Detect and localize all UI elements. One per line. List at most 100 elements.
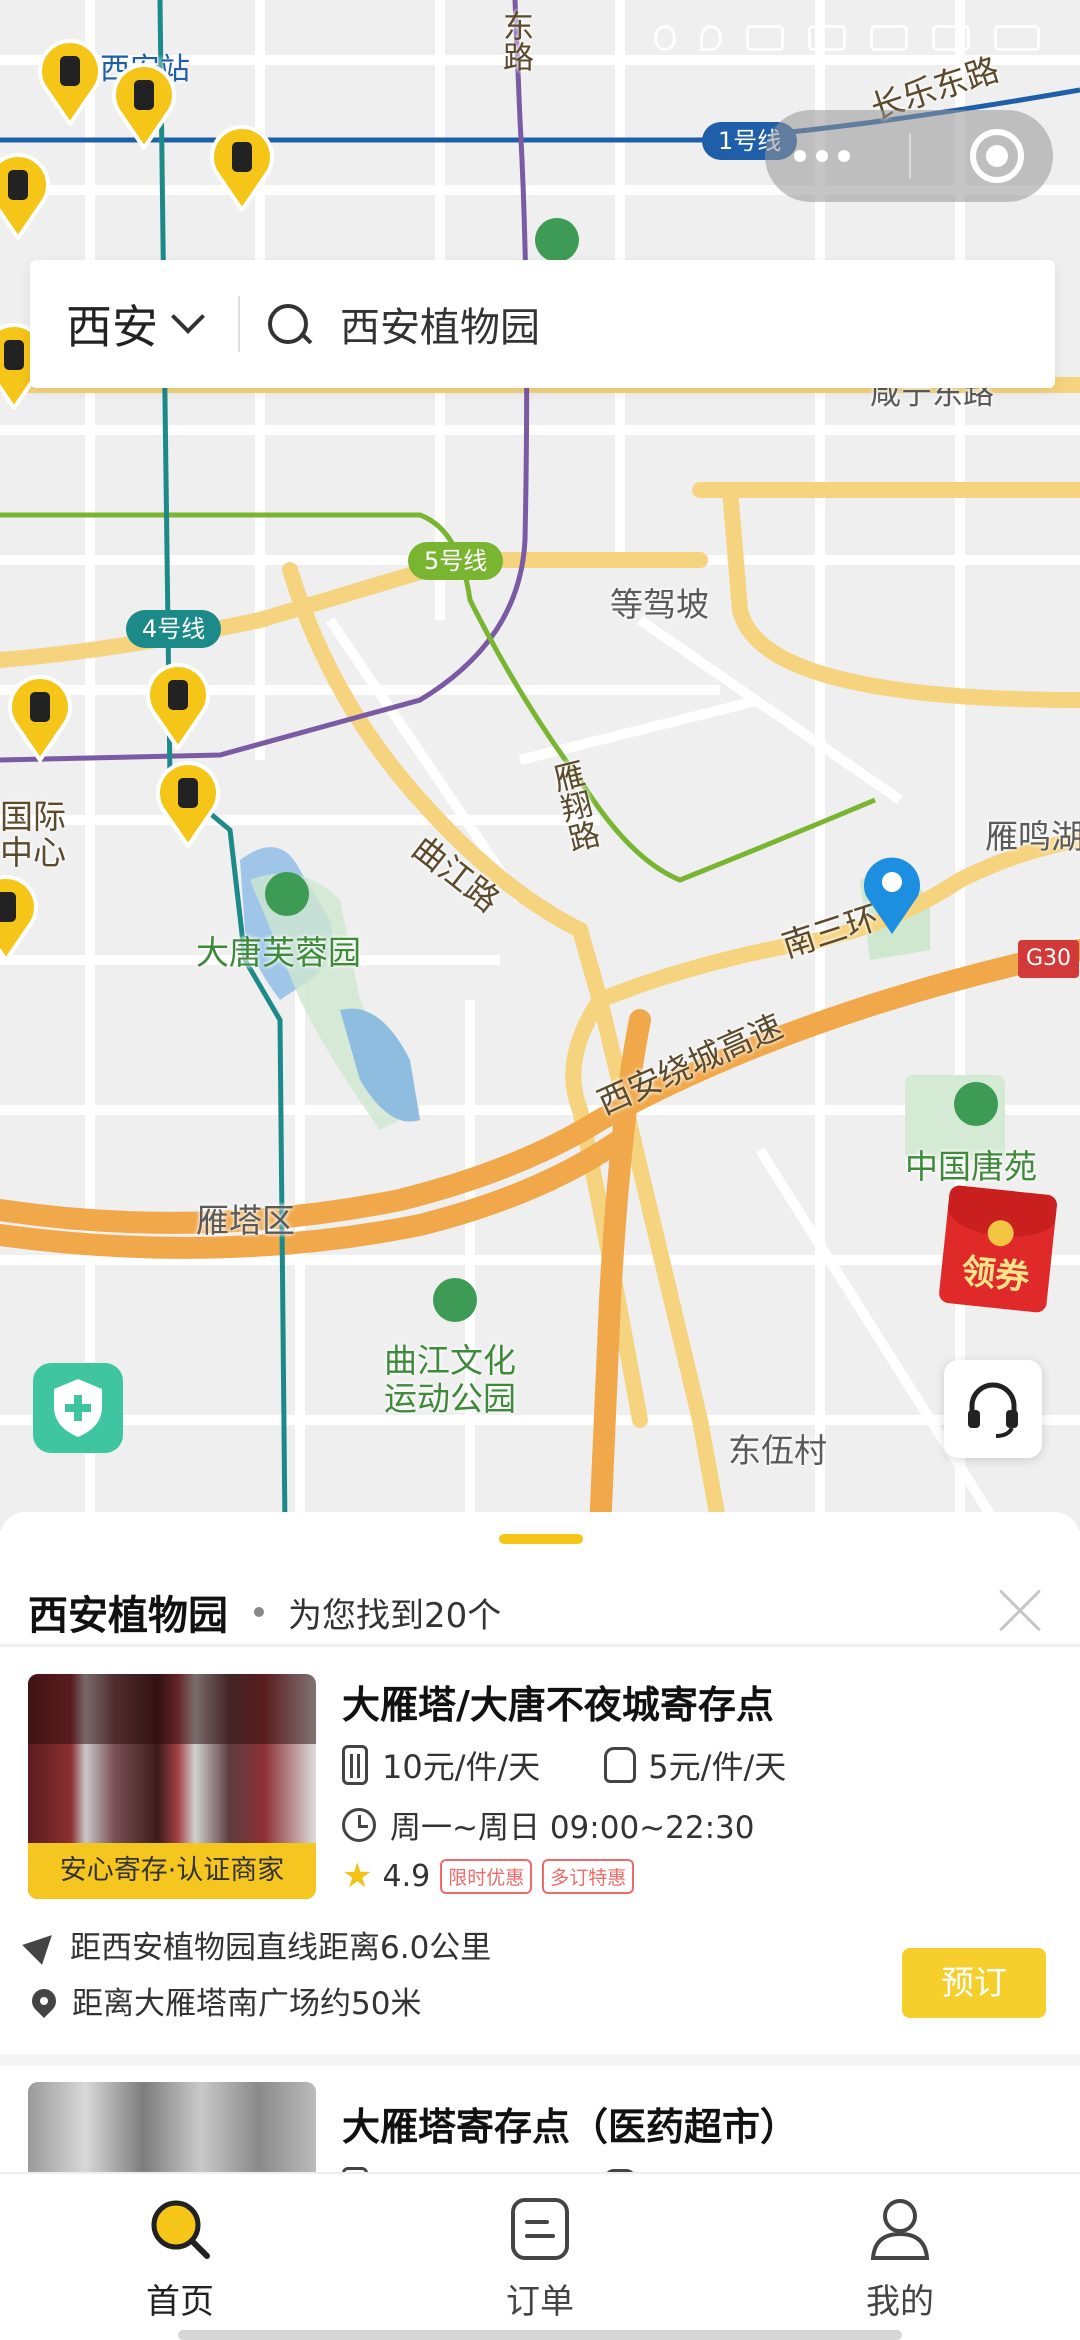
wifi-icon: [746, 25, 784, 51]
rating-value: 4.9: [382, 1858, 431, 1894]
search-bar: 西安 西安植物园: [30, 260, 1055, 388]
locker-pin-icon[interactable]: [142, 658, 214, 750]
list-item[interactable]: 安心寄存·认证商家 大雁塔/大唐不夜城寄存点 10元/件/天 5元/件/天 周一…: [0, 1674, 1080, 2054]
search-input[interactable]: 西安植物园: [340, 295, 540, 353]
clock-icon: [342, 1807, 376, 1842]
map-label-dengjiapo: 等驾坡: [610, 585, 709, 624]
distance-text: 距西安植物园直线距离6.0公里: [70, 1930, 492, 1966]
tab-home[interactable]: 首页: [0, 2174, 360, 2340]
tab-profile[interactable]: 我的: [720, 2174, 1080, 2340]
sheet-drag-handle[interactable]: [499, 1534, 583, 1544]
certified-badge: 安心寄存·认证商家: [28, 1843, 316, 1899]
destination-pin-icon[interactable]: [860, 852, 924, 936]
bottom-tab-bar: 首页 订单 我的: [0, 2172, 1080, 2340]
price-row: 10元/件/天 5元/件/天: [342, 2164, 786, 2172]
results-header: 西安植物园 为您找到20个: [28, 1562, 1052, 1662]
promo-tag: 多订特惠: [542, 1858, 635, 1894]
map-label-dong-lu: 东路: [497, 10, 533, 72]
city-selector[interactable]: 西安: [30, 291, 238, 357]
scenic-marker-icon: [954, 1082, 998, 1126]
card-separator: [0, 2054, 1080, 2066]
coupon-label: 领券: [959, 1251, 1032, 1299]
business-hours: 周一~周日 09:00~22:30: [390, 1810, 755, 1846]
user-icon: [870, 2199, 930, 2260]
miniapp-capsule: [765, 110, 1053, 202]
luggage-price: 10元/件/天: [382, 2164, 540, 2172]
metro-badge-line4: 4号线: [126, 610, 222, 648]
store-thumbnail: [28, 2082, 316, 2172]
backpack-icon: [604, 1747, 637, 1783]
battery-icon: [994, 25, 1040, 51]
headset-icon: [968, 1382, 1018, 1438]
map-label-yanta-district: 雁塔区: [196, 1201, 295, 1240]
scenic-marker-icon: [265, 872, 309, 916]
separator-dot: [254, 1607, 264, 1617]
hours-row: 周一~周日 09:00~22:30: [342, 1802, 754, 1847]
navigation-arrow-icon: [22, 1924, 62, 1965]
locker-pin-icon[interactable]: [0, 870, 42, 962]
insurance-button[interactable]: [33, 1363, 123, 1453]
signal-icon: [932, 25, 970, 51]
more-dots-icon[interactable]: [794, 150, 851, 162]
bag-price: 5元/件/天: [648, 2164, 786, 2172]
location-icon: [700, 25, 722, 51]
tab-label: 订单: [506, 2282, 574, 2322]
list-item[interactable]: 大雁塔寄存点（医药超市） 10元/件/天 5元/件/天: [0, 2082, 1080, 2172]
tab-label: 我的: [866, 2282, 934, 2322]
signal-icon: [870, 25, 908, 51]
landmark-text: 距离大雁塔南广场约50米: [72, 1986, 422, 2022]
luggage-price: 10元/件/天: [382, 1748, 541, 1786]
price-row: 10元/件/天 5元/件/天: [342, 1742, 786, 1788]
park-marker-icon: [433, 1278, 477, 1322]
star-icon: ★: [342, 1856, 373, 1896]
close-icon[interactable]: [996, 1588, 1042, 1634]
location-pin-icon: [27, 1983, 61, 2018]
store-thumbnail: 安心寄存·认证商家: [28, 1674, 316, 1899]
map-label-tang-garden: 中国唐苑: [905, 1147, 1037, 1186]
park-marker-icon: [535, 218, 579, 262]
status-bar: [654, 18, 1040, 58]
results-sheet: 西安植物园 为您找到20个 安心寄存·认证商家 大雁塔/大唐不夜城寄存点 10元…: [0, 1512, 1080, 2172]
map-label-intl-center-2: 中心: [0, 833, 66, 872]
map-label-dongwu-village: 东伍村: [728, 1431, 827, 1470]
customer-service-button[interactable]: [944, 1360, 1042, 1458]
results-title: 西安植物园: [28, 1593, 228, 1639]
tab-label: 首页: [146, 2282, 214, 2322]
locker-pin-icon[interactable]: [34, 34, 106, 126]
bag-price: 5元/件/天: [648, 1748, 787, 1786]
search-icon: [151, 2200, 210, 2259]
landmark-row: 距离大雁塔南广场约50米: [27, 1978, 422, 2023]
map-label-yanming-lake: 雁鸣湖: [985, 817, 1080, 856]
locker-pin-icon[interactable]: [4, 670, 76, 762]
search-divider: [238, 296, 240, 352]
map-view[interactable]: 东路 西安站 长乐东路 咸宁东路 等驾坡 雁翔路 曲江路 大唐芙蓉园 南三环 西…: [0, 0, 1080, 1530]
store-name: 大雁塔/大唐不夜城寄存点: [342, 1683, 774, 1727]
divider: [0, 1644, 1080, 1647]
target-icon[interactable]: [969, 129, 1024, 183]
coupon-button[interactable]: 领券: [938, 1184, 1058, 1314]
order-icon: [511, 2198, 569, 2260]
locker-pin-icon[interactable]: [206, 120, 278, 212]
shield-plus-icon: [54, 1379, 102, 1437]
locker-pin-icon[interactable]: [108, 58, 180, 150]
hd-icon: [808, 25, 846, 51]
highway-badge-g30: G30: [1018, 940, 1080, 978]
chevron-down-icon: [171, 299, 205, 334]
tab-orders[interactable]: 订单: [360, 2174, 720, 2340]
map-label-datang-furong: 大唐芙蓉园: [196, 933, 361, 972]
search-icon: [266, 302, 310, 346]
locker-pin-icon[interactable]: [152, 756, 224, 848]
store-name: 大雁塔寄存点（医药超市）: [342, 2105, 799, 2149]
metro-badge-line5: 5号线: [408, 542, 504, 580]
results-count: 为您找到20个: [288, 1595, 502, 1636]
locker-pin-icon[interactable]: [0, 148, 54, 240]
rating-row: ★ 4.9 限时优惠 多订特惠: [342, 1856, 635, 1896]
map-label-qujiang-park-2: 运动公园: [384, 1379, 516, 1418]
bluetooth-icon: [654, 25, 676, 51]
distance-row: 距西安植物园直线距离6.0公里: [22, 1922, 492, 1967]
home-indicator: [178, 2330, 902, 2340]
city-name: 西安: [66, 300, 158, 354]
promo-tag: 限时优惠: [440, 1858, 533, 1894]
book-button[interactable]: 预订: [902, 1948, 1046, 2018]
luggage-icon: [342, 1745, 368, 1785]
